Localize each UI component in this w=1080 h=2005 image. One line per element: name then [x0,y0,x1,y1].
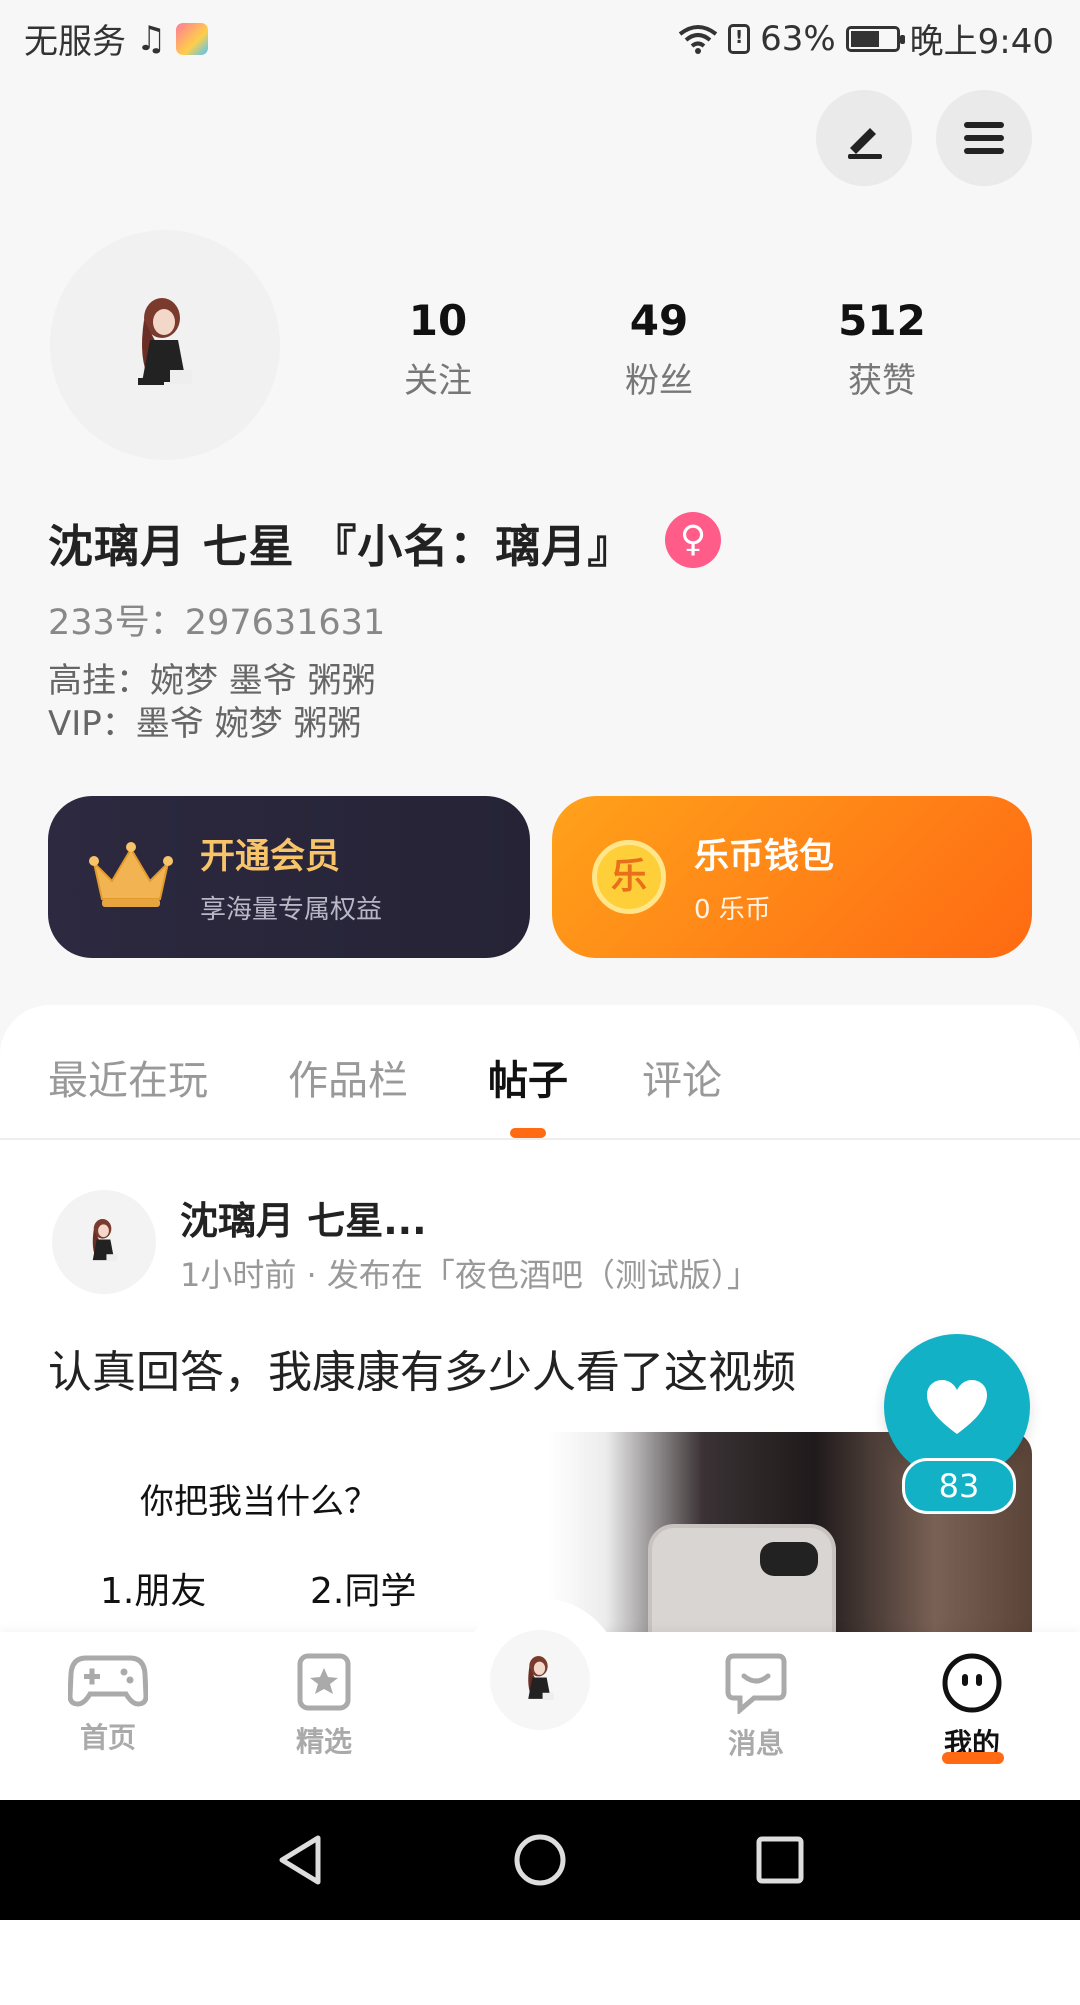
stat-label: 粉丝 [625,361,693,401]
image-question: 你把我当什么？ [140,1482,378,1522]
profile-bio: 高挂：婉梦 墨爷 粥粥 VIP：墨爷 婉梦 粥粥 [48,660,376,746]
wallet-title: 乐币钱包 [694,837,835,877]
tab-divider [0,1138,1080,1140]
nav-active-underline [942,1752,1004,1764]
stat-value: 49 [629,296,689,345]
coin-icon: 乐 [592,840,666,914]
profile-name: 沈璃月 七星 『小名：璃月』 [48,520,634,573]
vip-card[interactable]: 开通会员 享海量专属权益 [48,796,530,958]
menu-button[interactable] [936,90,1032,186]
tab-recent-play[interactable]: 最近在玩 [48,1048,208,1106]
nav-label: 精选 [295,1725,352,1758]
chat-icon [725,1653,787,1716]
app-notification-icon [176,22,209,55]
system-nav-bar [0,1800,1080,1920]
nav-messages[interactable]: 消息 [686,1652,826,1762]
recents-icon[interactable] [752,1832,808,1888]
post-author-name[interactable]: 沈璃月 七星... [180,1190,427,1245]
bio-line: 高挂：婉梦 墨爷 粥粥 [48,661,376,701]
image-option-1: 1.朋友 [100,1571,207,1612]
stat-followers[interactable]: 49 粉丝 [569,296,749,402]
wallet-subtitle: 0 乐币 [694,895,771,925]
tab-works[interactable]: 作品栏 [288,1048,408,1106]
tab-posts[interactable]: 帖子 [488,1048,568,1106]
hamburger-menu-icon [964,122,1004,154]
user-id: 233号：297631631 [48,603,386,643]
carrier-text: 无服务 [24,22,126,62]
star-bookmark-icon [297,1653,351,1711]
nav-label: 首页 [79,1721,136,1754]
wallet-card[interactable]: 乐 乐币钱包 0 乐币 [552,796,1032,958]
vip-subtitle: 享海量专属权益 [200,895,383,925]
profile-avatar[interactable] [50,230,280,460]
stat-likes[interactable]: 512 获赞 [792,296,972,402]
status-left: 无服务 ♫ [24,14,209,63]
bio-line: VIP：墨爷 婉梦 粥粥 [48,704,362,744]
nav-me[interactable]: 我的 [902,1652,1042,1762]
stat-value: 512 [838,296,926,345]
battery-percent: 63% [760,18,836,59]
stat-label: 关注 [404,361,472,401]
nav-home[interactable]: 首页 [38,1652,178,1756]
music-icon: ♫ [136,18,167,59]
edit-pen-icon [848,128,882,159]
status-bar: 无服务 ♫ ! 63% 晚上9:40 [0,0,1080,76]
battery-icon [845,25,905,52]
tab-active-indicator [510,1128,546,1138]
avatar-figure-icon [138,298,192,385]
crown-icon [89,842,173,907]
avatar-figure-icon [92,1219,118,1262]
stat-value: 10 [408,296,468,345]
like-count: 83 [902,1458,1016,1514]
tab-comments[interactable]: 评论 [642,1048,722,1106]
smiley-icon [942,1653,1002,1713]
stat-following[interactable]: 10 关注 [348,296,528,402]
vip-card-text: 开通会员 享海量专属权益 [200,828,382,926]
gamepad-icon [67,1655,149,1707]
stat-label: 获赞 [848,361,916,401]
nav-featured[interactable]: 精选 [254,1652,394,1760]
post-meta[interactable]: 1小时前 · 发布在「夜色酒吧（测试版）」 [180,1250,759,1296]
wallet-card-text: 乐币钱包 0 乐币 [694,828,834,926]
vip-title: 开通会员 [200,837,341,877]
post-author-avatar[interactable] [52,1190,156,1294]
clock: 晚上9:40 [909,22,1054,62]
post-text[interactable]: 认真回答，我康康有多少人看了这视频 [48,1336,796,1400]
female-icon: ♀ [665,512,721,568]
back-icon[interactable] [272,1832,328,1888]
image-option-2: 2.同学 [310,1571,417,1612]
nav-label: 消息 [727,1727,784,1760]
avatar-icon [528,1655,554,1700]
status-right: ! 63% 晚上9:40 [678,14,1054,63]
nav-center-avatar[interactable] [490,1630,590,1730]
alert-icon: ! [728,23,751,54]
wifi-icon [678,24,718,54]
heart-icon [927,1380,987,1434]
home-icon[interactable] [512,1832,568,1888]
edit-button[interactable] [816,90,912,186]
